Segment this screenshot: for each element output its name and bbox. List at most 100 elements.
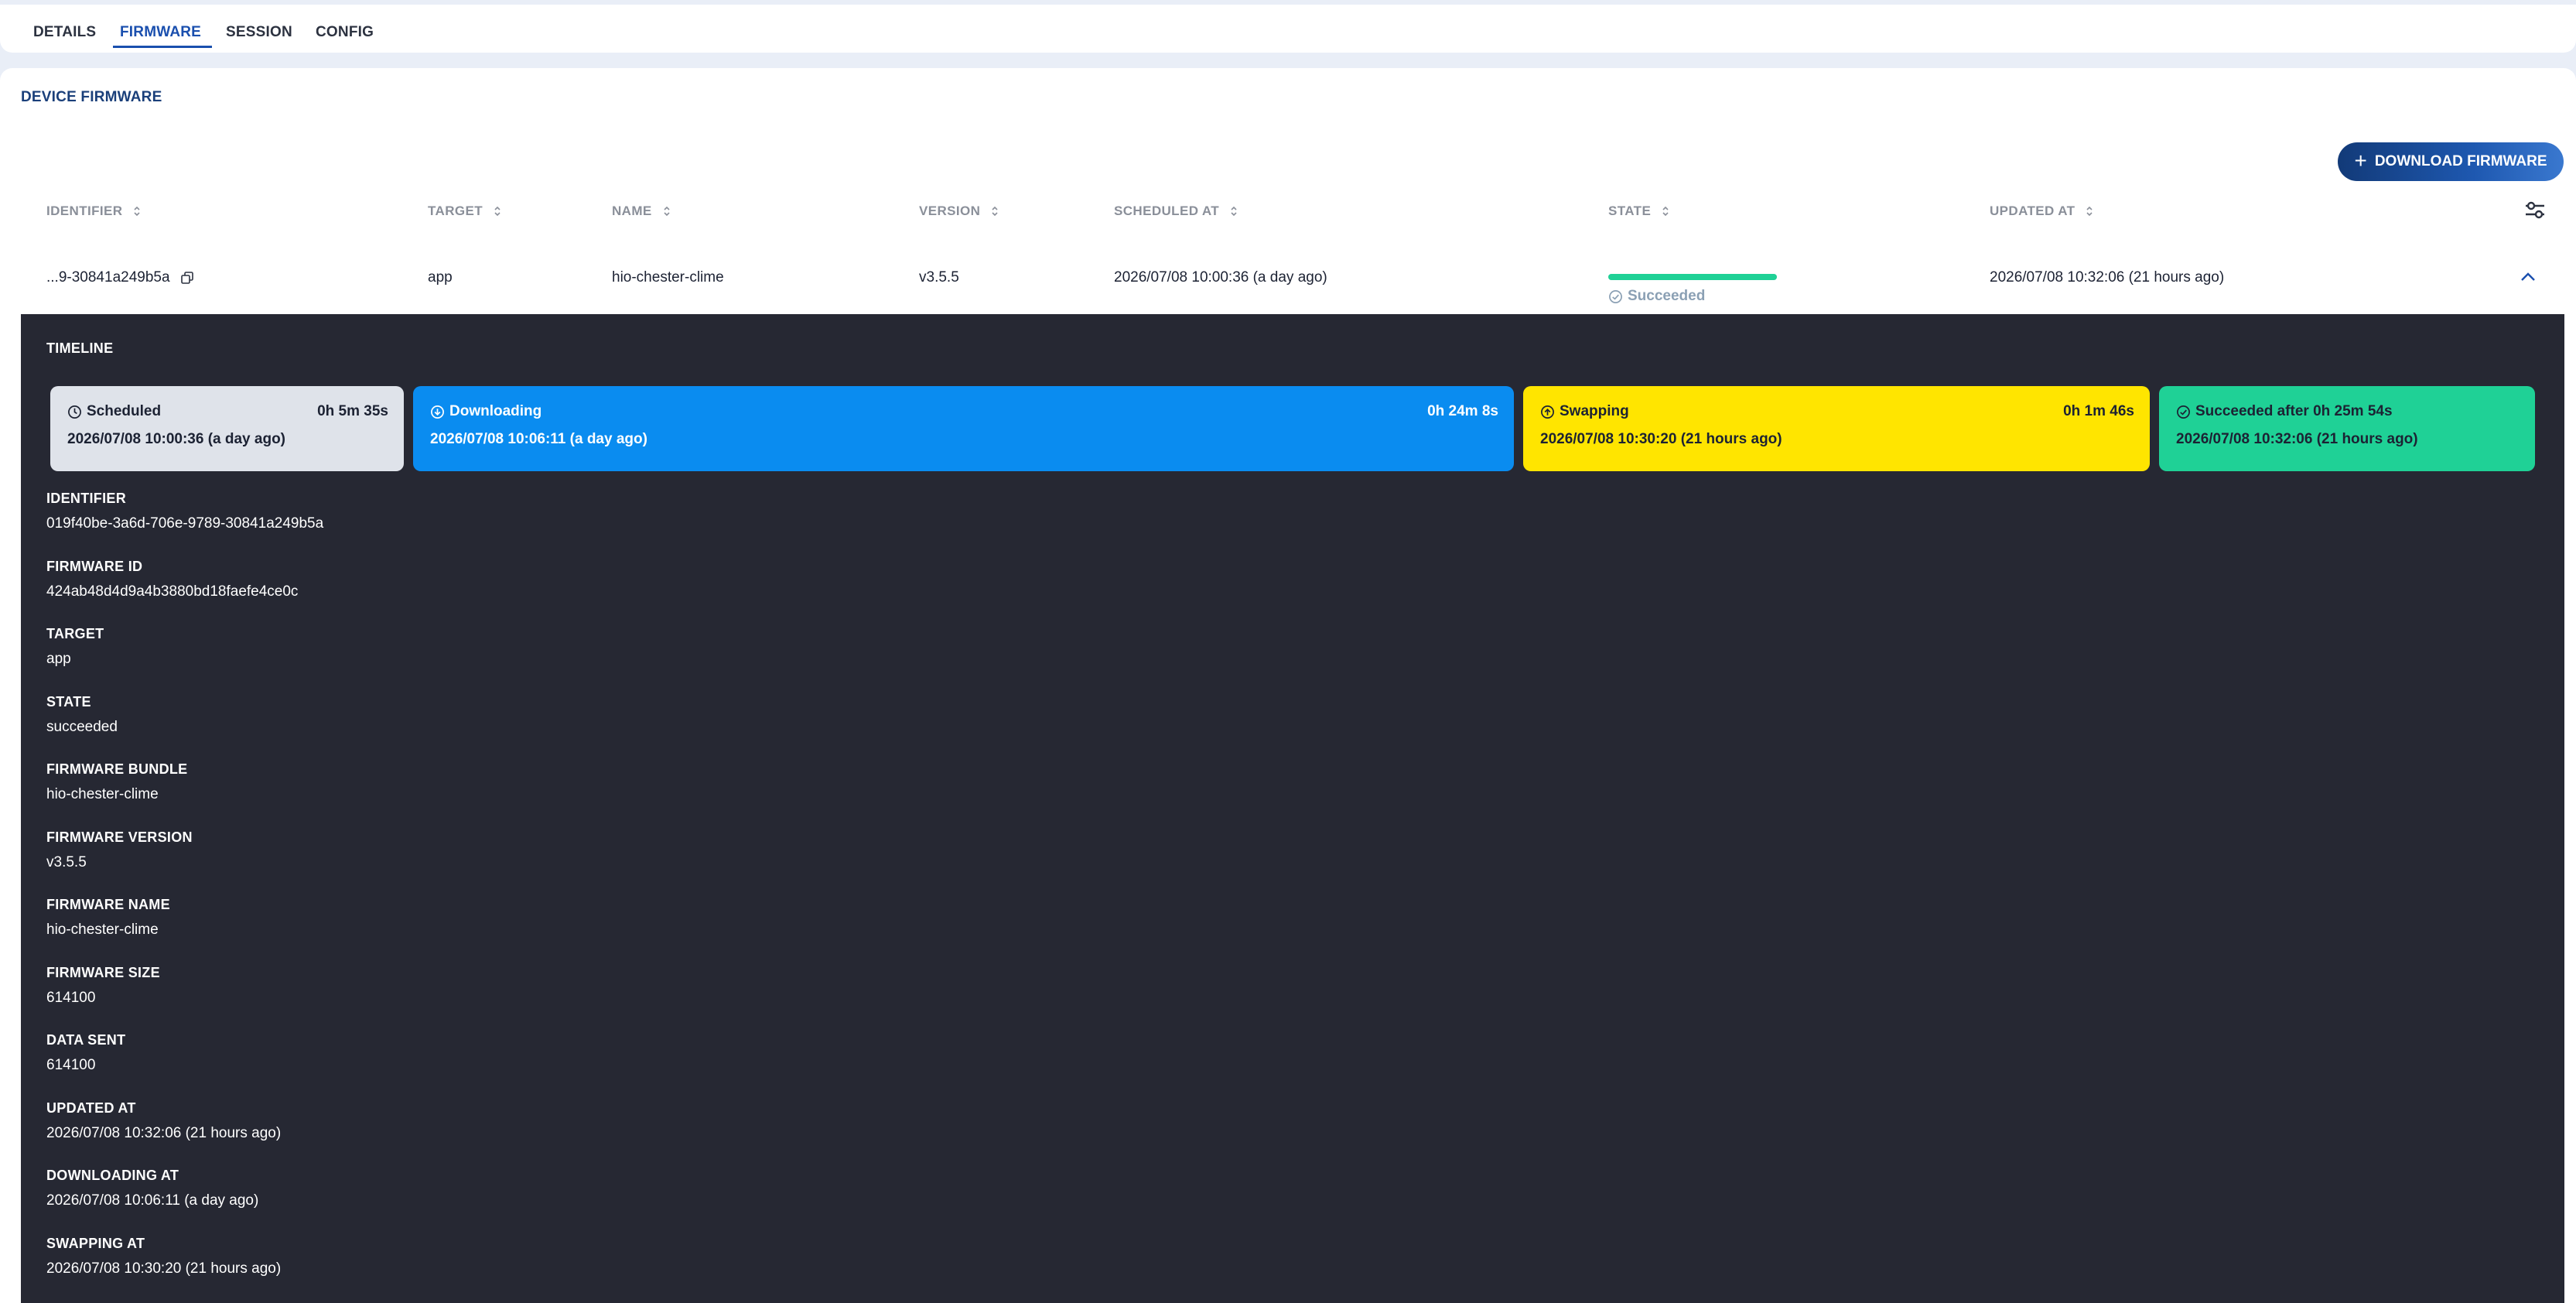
column-header-label: VERSION	[919, 203, 981, 218]
detail-value: 2026/07/08 10:30:20 (21 hours ago)	[46, 1260, 282, 1277]
section-title: DEVICE FIRMWARE	[21, 89, 162, 105]
detail-fields: IDENTIFIER 019f40be-3a6d-706e-9789-30841a…	[46, 484, 323, 1297]
timeline-segment-swapping: Swapping 0h 1m 46s 2026/07/08 10:30:20 (…	[1523, 386, 2150, 471]
timeline-segment-downloading: Downloading 0h 24m 8s 2026/07/08 10:06:1…	[413, 386, 1514, 471]
download-icon	[431, 405, 444, 419]
column-header-updated-at[interactable]: UPDATED AT	[1990, 200, 2093, 223]
sort-icon	[134, 206, 141, 217]
detail-swapping-at: SWAPPING AT 2026/07/08 10:30:20 (21 hours…	[46, 1229, 323, 1298]
detail-label: FIRMWARE NAME	[46, 897, 170, 912]
detail-value: 2026/07/08 10:06:11 (a day ago)	[46, 1192, 259, 1209]
detail-state: STATE succeeded	[46, 688, 323, 756]
column-header-identifier[interactable]: IDENTIFIER	[46, 200, 141, 223]
check-circle-icon	[2177, 405, 2190, 419]
state-label: Succeeded	[1628, 288, 1706, 304]
detail-value: 424ab48d4d9a4b3880bd18faefe4ce0c	[46, 583, 299, 600]
cell-target: app	[428, 269, 453, 286]
column-header-label: SCHEDULED AT	[1114, 203, 1220, 218]
timeline-title: TIMELINE	[46, 340, 114, 356]
detail-value: v3.5.5	[46, 853, 87, 870]
column-header-label: IDENTIFIER	[46, 203, 123, 218]
sort-icon	[2086, 206, 2093, 217]
firmware-detail-panel: TIMELINE Scheduled 0h 5m 35s 2026/07/08 …	[21, 314, 2564, 1303]
detail-label: DATA SENT	[46, 1032, 126, 1048]
detail-label: IDENTIFIER	[46, 491, 127, 506]
column-settings-icon[interactable]	[2523, 198, 2547, 221]
detail-firmware-id: FIRMWARE ID 424ab48d4d9a4b3880bd18faefe4c…	[46, 552, 323, 621]
segment-duration: 0h 24m 8s	[1427, 403, 1498, 419]
detail-value: 2026/07/08 10:32:06 (21 hours ago)	[46, 1124, 282, 1141]
detail-firmware-name: FIRMWARE NAME hio-chester-clime	[46, 891, 323, 959]
segment-label: Succeeded after 0h 25m 54s	[2195, 403, 2393, 419]
sort-icon	[664, 206, 670, 217]
column-header-label: UPDATED AT	[1990, 203, 2075, 218]
detail-label: TARGET	[46, 626, 104, 641]
download-firmware-button[interactable]: + DOWNLOAD FIRMWARE	[2338, 142, 2564, 181]
detail-label: FIRMWARE VERSION	[46, 829, 193, 845]
detail-label: SWAPPING AT	[46, 1235, 145, 1251]
cell-updated-at: 2026/07/08 10:32:06 (21 hours ago)	[1990, 269, 2225, 286]
detail-downloading-at: DOWNLOADING AT 2026/07/08 10:06:11 (a day…	[46, 1161, 323, 1229]
tab-bar: DETAILS FIRMWARE SESSION CONFIG	[0, 5, 2576, 53]
sort-icon	[494, 206, 501, 217]
cell-identifier: ...9-30841a249b5a	[46, 268, 194, 288]
detail-firmware-version: FIRMWARE VERSION v3.5.5	[46, 823, 323, 891]
detail-label: FIRMWARE ID	[46, 558, 143, 574]
detail-value: hio-chester-clime	[46, 922, 159, 938]
detail-data-sent: DATA SENT 614100	[46, 1026, 323, 1094]
segment-label: Swapping	[1560, 403, 1629, 419]
copy-icon[interactable]	[180, 271, 194, 285]
detail-identifier: IDENTIFIER 019f40be-3a6d-706e-9789-30841a…	[46, 484, 323, 552]
tab-firmware[interactable]: FIRMWARE	[120, 17, 201, 48]
segment-date: 2026/07/08 10:00:36 (a day ago)	[67, 431, 286, 447]
collapse-row-chevron-up-icon[interactable]	[2519, 268, 2537, 286]
identifier-text: ...9-30841a249b5a	[46, 269, 170, 286]
state-progress-bar	[1608, 274, 1777, 280]
tab-session[interactable]: SESSION	[226, 17, 292, 48]
detail-value: 614100	[46, 1057, 96, 1073]
detail-label: FIRMWARE SIZE	[46, 964, 160, 980]
detail-label: DOWNLOADING AT	[46, 1168, 179, 1183]
column-header-version[interactable]: VERSION	[919, 200, 999, 223]
cell-version: v3.5.5	[919, 269, 959, 286]
detail-label: STATE	[46, 693, 91, 710]
detail-value: 019f40be-3a6d-706e-9789-30841a249b5a	[46, 515, 324, 532]
column-header-state[interactable]: STATE	[1608, 200, 1669, 223]
segment-label: Scheduled	[87, 403, 162, 419]
column-header-scheduled-at[interactable]: SCHEDULED AT	[1114, 200, 1238, 223]
detail-value: succeeded	[46, 718, 118, 735]
tab-config[interactable]: CONFIG	[316, 17, 374, 48]
cell-scheduled-at: 2026/07/08 10:00:36 (a day ago)	[1114, 269, 1327, 286]
firmware-card: DEVICE FIRMWARE + DOWNLOAD FIRMWARE IDEN…	[0, 68, 2576, 1303]
swap-icon	[1541, 405, 1554, 419]
segment-date: 2026/07/08 10:30:20 (21 hours ago)	[1540, 431, 1782, 447]
detail-target: TARGET app	[46, 620, 323, 688]
detail-updated-at: UPDATED AT 2026/07/08 10:32:06 (21 hours …	[46, 1094, 323, 1162]
column-header-target[interactable]: TARGET	[428, 200, 501, 223]
detail-firmware-size: FIRMWARE SIZE 614100	[46, 959, 323, 1027]
column-header-label: STATE	[1608, 203, 1652, 218]
segment-duration: 0h 5m 35s	[317, 403, 388, 419]
column-header-name[interactable]: NAME	[612, 200, 671, 223]
tab-details[interactable]: DETAILS	[33, 17, 96, 48]
sort-icon	[992, 206, 998, 217]
sort-icon	[1662, 206, 1669, 217]
plus-icon: +	[2354, 148, 2367, 173]
detail-label: FIRMWARE BUNDLE	[46, 761, 188, 777]
state-status: Succeeded	[1608, 286, 1705, 306]
timeline-segment-scheduled: Scheduled 0h 5m 35s 2026/07/08 10:00:36 …	[50, 386, 404, 471]
download-firmware-label: DOWNLOAD FIRMWARE	[2374, 153, 2547, 169]
segment-label: Downloading	[449, 403, 542, 419]
segment-date: 2026/07/08 10:32:06 (21 hours ago)	[2176, 431, 2418, 447]
cell-name: hio-chester-clime	[612, 269, 724, 286]
active-tab-indicator	[113, 46, 212, 48]
timeline-segment-succeeded: Succeeded after 0h 25m 54s 2026/07/08 10…	[2159, 386, 2535, 471]
column-header-label: TARGET	[428, 203, 483, 218]
clock-icon	[68, 405, 81, 419]
state-progress-fill	[1608, 274, 1777, 280]
detail-firmware-bundle: FIRMWARE BUNDLE hio-chester-clime	[46, 755, 323, 823]
detail-label: UPDATED AT	[46, 1100, 136, 1116]
segment-date: 2026/07/08 10:06:11 (a day ago)	[430, 431, 647, 447]
detail-value: 614100	[46, 989, 96, 1006]
detail-value: app	[46, 651, 71, 667]
